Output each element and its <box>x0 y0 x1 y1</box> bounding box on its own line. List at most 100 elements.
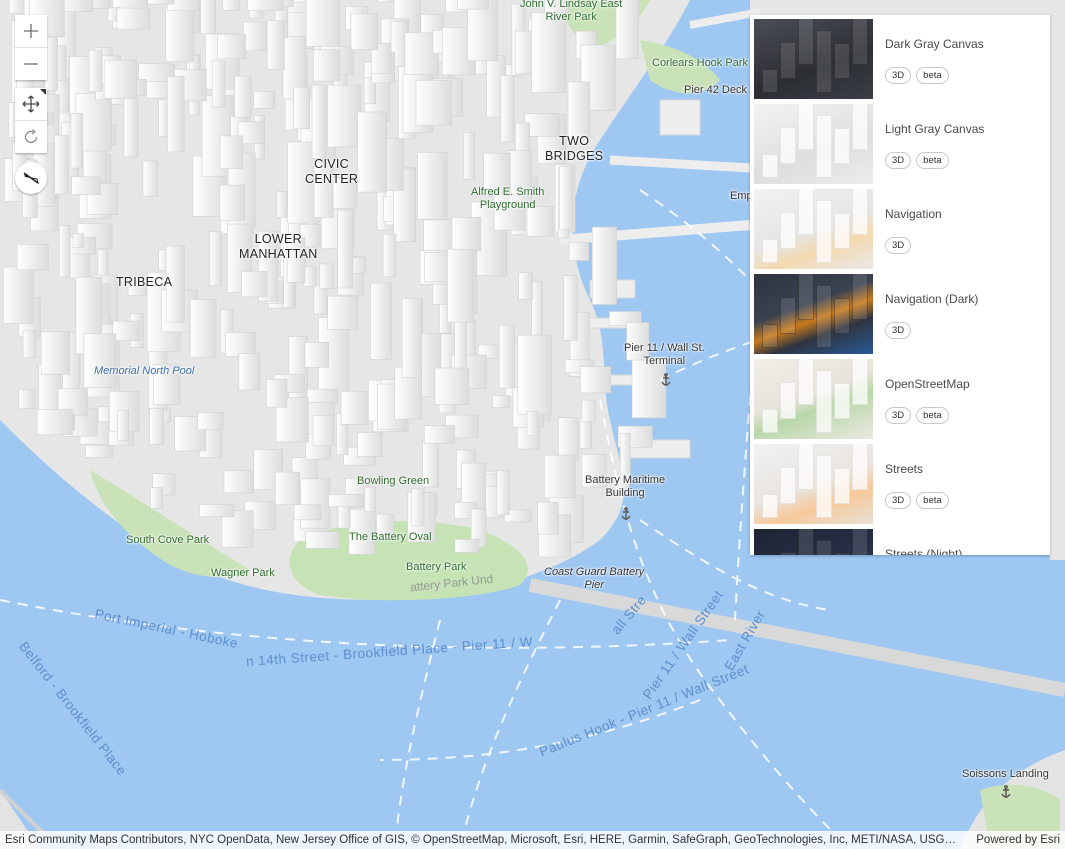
thumbnail-building <box>852 19 868 65</box>
building-block <box>241 271 268 298</box>
building-block <box>312 415 335 446</box>
building-block <box>463 132 475 180</box>
thumbnail-building <box>816 370 832 433</box>
map-label-place: Battery Maritime Building <box>585 474 666 500</box>
building-block <box>276 191 288 218</box>
building-block <box>253 91 275 109</box>
building-block <box>304 341 329 368</box>
basemap-item[interactable]: Navigation (Dark) 3D <box>750 270 1050 355</box>
rotate-icon <box>24 129 38 144</box>
building-block <box>199 504 235 518</box>
building-block <box>225 332 256 357</box>
building-block <box>581 399 596 423</box>
building-block <box>293 504 322 521</box>
building-block <box>266 20 285 70</box>
map-label-park: John V. Lindsay East River Park <box>520 0 623 24</box>
building-block <box>18 389 36 409</box>
building-block <box>567 81 591 139</box>
minus-icon <box>24 63 38 65</box>
thumbnail-building <box>798 274 814 320</box>
building-block <box>212 60 226 108</box>
basemap-title: Streets <box>885 462 924 476</box>
pan-button[interactable] <box>15 88 47 120</box>
building-block <box>16 244 49 271</box>
thumbnail-building <box>762 69 778 93</box>
basemap-thumbnail <box>754 189 873 269</box>
building-block <box>200 0 216 35</box>
building-block <box>197 412 224 431</box>
plus-icon <box>24 24 38 38</box>
thumbnail-building <box>780 127 796 164</box>
building-block <box>518 272 533 300</box>
rotate-button[interactable] <box>15 120 47 153</box>
thumbnail-building <box>780 467 796 504</box>
building-block <box>492 395 510 408</box>
basemap-gallery[interactable]: Dark Gray Canvas 3D beta Light Gray Canvas 3… <box>750 15 1050 555</box>
thumbnail-building <box>834 468 850 504</box>
navigation-toggle <box>15 88 47 153</box>
building-block <box>2 266 34 324</box>
basemap-item[interactable]: Streets (Night) <box>750 525 1050 555</box>
zoom-in-button[interactable] <box>15 15 47 47</box>
thumbnail-building <box>852 444 868 490</box>
building-block <box>417 152 448 220</box>
thumbnail-building <box>816 540 832 555</box>
building-block <box>147 0 175 5</box>
building-block <box>150 487 163 509</box>
map-label-place: Pier 11 / Wall St. Terminal <box>624 342 705 368</box>
building-block <box>58 225 71 278</box>
building-block <box>377 0 395 3</box>
basemap-item[interactable]: Streets 3D beta <box>750 440 1050 525</box>
tag-3d-badge: 3D <box>885 237 912 254</box>
basemap-thumbnail <box>754 359 873 439</box>
thumbnail-building <box>816 285 832 348</box>
building-block <box>243 21 268 51</box>
building-block <box>116 7 151 30</box>
basemap-tags: 3D <box>885 237 912 254</box>
building-block <box>313 49 341 82</box>
thumbnail-building <box>852 359 868 405</box>
building-block <box>327 84 361 148</box>
building-block <box>537 501 559 535</box>
building-block <box>591 226 617 305</box>
basemap-thumbnail <box>754 104 873 184</box>
building-block <box>103 59 138 99</box>
basemap-item[interactable]: Navigation 3D <box>750 185 1050 270</box>
thumbnail-building <box>798 104 814 150</box>
building-block <box>300 478 331 529</box>
tag-3d-badge: 3D <box>885 492 912 509</box>
basemap-thumbnail <box>754 274 873 354</box>
building-block <box>328 494 365 507</box>
zoom-out-button[interactable] <box>15 47 47 80</box>
thumbnail-building <box>798 359 814 405</box>
building-block <box>434 367 470 405</box>
building-block <box>219 135 244 169</box>
building-block <box>219 184 245 221</box>
building-block <box>411 488 425 527</box>
compass-button[interactable] <box>15 162 47 194</box>
map-label-place: Pier 42 Deck <box>684 84 747 96</box>
attribution-bar[interactable]: Esri Community Maps Contributors, NYC Op… <box>0 831 1065 849</box>
basemap-item[interactable]: Light Gray Canvas 3D beta <box>750 100 1050 185</box>
basemap-item[interactable]: Dark Gray Canvas 3D beta <box>750 15 1050 100</box>
building-block <box>350 13 379 51</box>
basemap-title: Streets (Night) <box>885 547 963 555</box>
building-block <box>234 75 252 118</box>
map-label-park: Battery Park <box>406 561 467 573</box>
building-block <box>620 432 631 479</box>
basemap-item[interactable]: OpenStreetMap 3D beta <box>750 355 1050 440</box>
thumbnail-building <box>834 298 850 334</box>
building-block <box>209 231 223 287</box>
building-block <box>451 217 482 252</box>
building-block <box>70 113 83 169</box>
building-block <box>303 266 317 287</box>
building-block <box>327 295 359 330</box>
building-block <box>357 432 383 457</box>
powered-by-esri-link[interactable]: Powered by Esri <box>976 831 1060 849</box>
building-block <box>461 462 486 510</box>
thumbnail-building <box>780 382 796 419</box>
attribution-text[interactable]: Esri Community Maps Contributors, NYC Op… <box>5 831 963 849</box>
basemap-title: Navigation (Dark) <box>885 292 979 306</box>
building-block <box>579 417 593 449</box>
building-block <box>112 320 140 341</box>
